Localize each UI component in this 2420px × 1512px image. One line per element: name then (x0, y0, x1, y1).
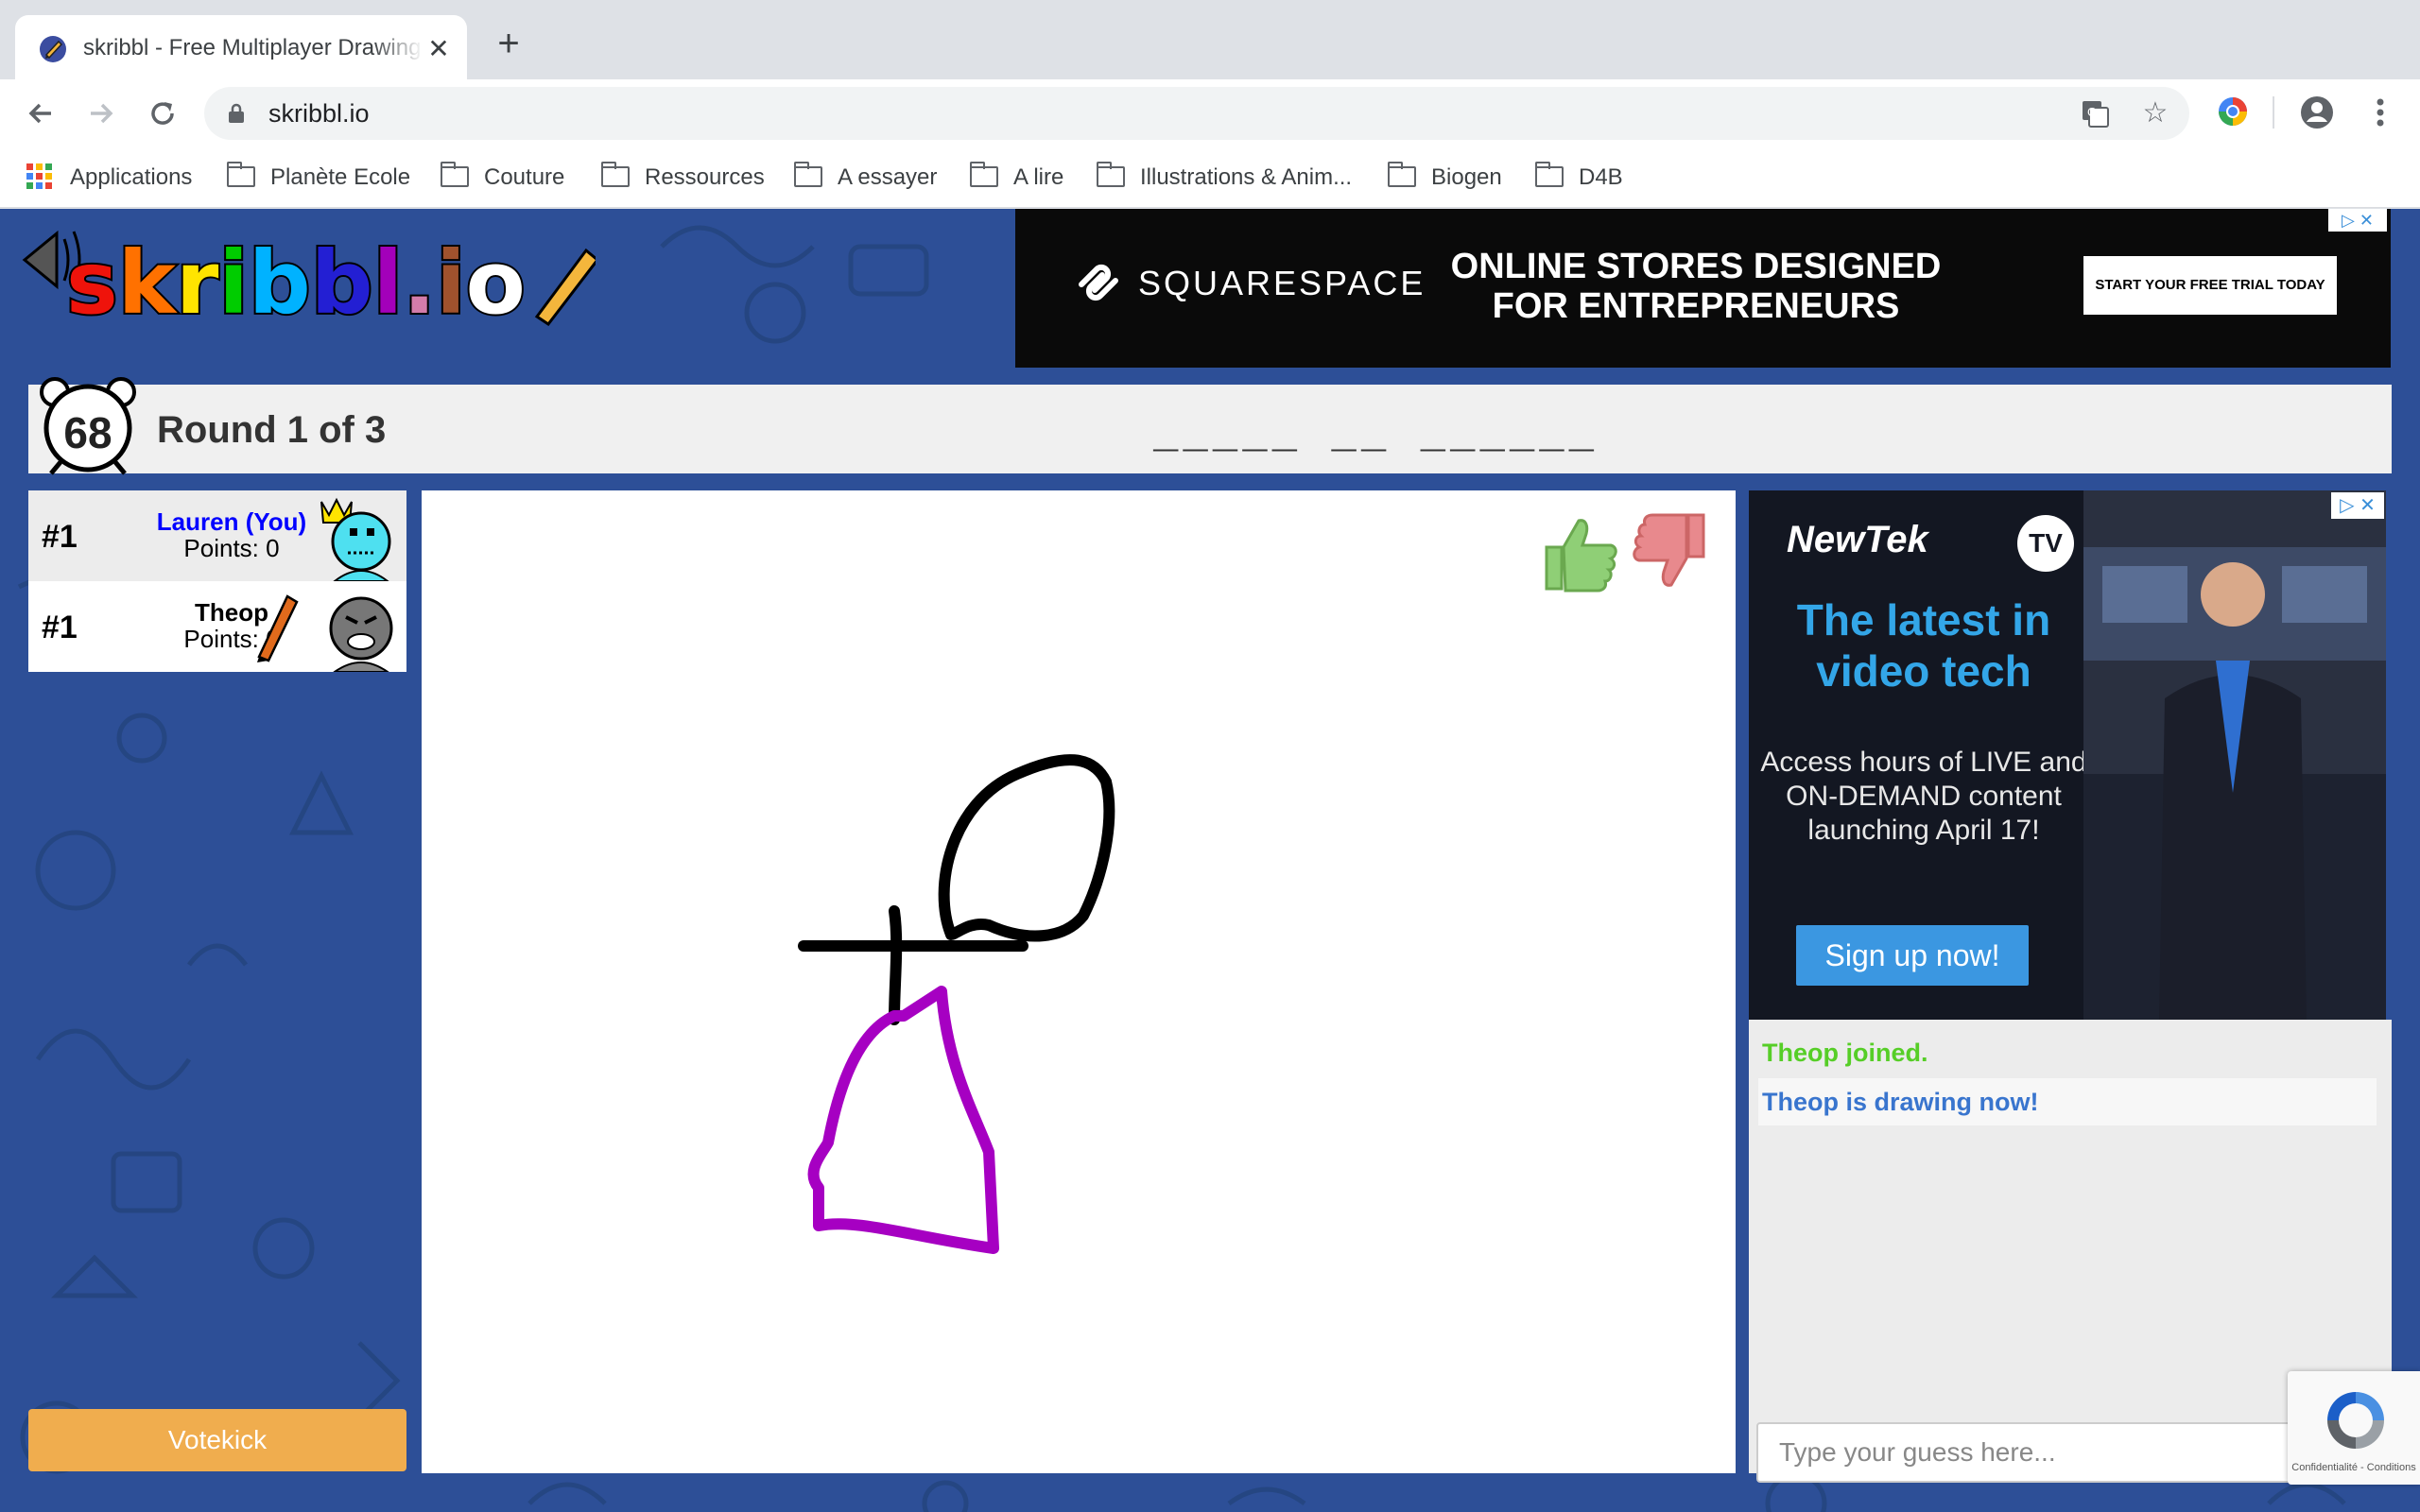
lock-icon (229, 103, 244, 123)
browser-menu-icon[interactable] (2363, 94, 2397, 130)
folder-icon (441, 162, 469, 187)
translate-icon[interactable]: G (2080, 98, 2110, 129)
thumbs-down-icon[interactable] (1628, 509, 1713, 594)
ad-presenter-image (2083, 490, 2386, 1020)
ad-headline: ONLINE STORES DESIGNED FOR ENTREPRENEURS (1450, 247, 1942, 326)
word-hint: _____ __ ______ (1153, 413, 1599, 460)
bookmark-ressources[interactable]: Ressources (601, 161, 765, 195)
bookmark-couture[interactable]: Couture (441, 161, 564, 195)
tab-close-icon[interactable]: ✕ (424, 34, 454, 64)
skribbl-page: skribbl.io SQUARESPACE ONLINE STORES DES… (0, 209, 2420, 1512)
ad-cta-button[interactable]: START YOUR FREE TRIAL TODAY (2083, 256, 2337, 315)
bookmark-label: A lire (1013, 164, 1064, 190)
folder-icon (1535, 162, 1564, 187)
bookmarks-bar: Applications Planète Ecole Couture Resso… (0, 147, 2420, 208)
bookmark-star-icon[interactable]: ☆ (2140, 98, 2170, 129)
adchoices-icon[interactable]: ▷ ✕ (2328, 209, 2387, 232)
bookmark-a-essayer[interactable]: A essayer (794, 161, 937, 195)
browser-toolbar: skribbl.io G ☆ (0, 79, 2420, 147)
bookmark-a-lire[interactable]: A lire (970, 161, 1063, 195)
browser-tab-strip: skribbl - Free Multiplayer Drawing & Gue… (0, 0, 2420, 79)
player-name: Lauren (You) (156, 507, 307, 536)
recaptcha-icon (2327, 1392, 2384, 1449)
svg-text:skribbl.io: skribbl.io (66, 232, 526, 326)
adchoices-icon[interactable]: ▷ ✕ (2331, 492, 2384, 519)
bookmark-label: Planète Ecole (270, 164, 411, 190)
folder-icon (1097, 162, 1125, 187)
tab-title: skribbl - Free Multiplayer Drawing & Gue… (83, 35, 424, 60)
recaptcha-badge[interactable]: Confidentialité - Conditions (2288, 1371, 2420, 1485)
ad-signup-button[interactable]: Sign up now! (1796, 925, 2029, 986)
folder-icon (227, 162, 255, 187)
extension-globe-icon[interactable] (2216, 94, 2250, 129)
bookmark-d4b[interactable]: D4B (1535, 161, 1623, 195)
top-banner-ad[interactable]: SQUARESPACE ONLINE STORES DESIGNED FOR E… (1015, 209, 2391, 368)
apps-grid-icon (26, 163, 53, 190)
toolbar-divider (2273, 96, 2274, 129)
recaptcha-links[interactable]: Confidentialité - Conditions (2288, 1462, 2420, 1473)
profile-avatar-icon[interactable] (2299, 94, 2335, 130)
address-bar[interactable]: skribbl.io G ☆ (204, 87, 2189, 140)
back-button[interactable] (23, 94, 60, 132)
folder-icon (794, 162, 822, 187)
skribbl-logo[interactable]: skribbl.io (19, 222, 596, 326)
folder-icon (970, 162, 998, 187)
round-indicator: Round 1 of 3 (157, 409, 387, 451)
bookmark-label: D4B (1579, 164, 1623, 190)
svg-text:G: G (2087, 105, 2097, 119)
canvas-drawing (798, 754, 1115, 1254)
bookmark-planete-ecole[interactable]: Planète Ecole (227, 161, 410, 195)
folder-icon (601, 162, 630, 187)
thumbs-up-icon[interactable] (1537, 509, 1622, 594)
bookmark-label: Couture (484, 164, 565, 190)
drawing-pencil-icon (257, 594, 299, 662)
bookmark-label: Illustrations & Anim... (1140, 164, 1353, 190)
player-points: Points: 0 (183, 534, 280, 562)
player-avatar (329, 596, 393, 672)
bookmark-applications[interactable]: Applications (26, 161, 192, 195)
player-row[interactable]: #1 Theop Points: 0 (28, 581, 406, 672)
bookmark-label: Biogen (1431, 164, 1502, 190)
squarespace-logo-icon (1079, 264, 1118, 301)
new-tab-button[interactable]: + (490, 25, 527, 64)
player-rank: #1 (42, 519, 78, 555)
player-points: Points: 0 (183, 625, 280, 653)
timer-value: 68 (63, 408, 112, 457)
reload-icon (151, 102, 174, 125)
ad-brand: NewTek (1787, 519, 1928, 560)
skribbl-favicon-icon (40, 36, 66, 62)
player-row[interactable]: #1 Lauren (You) Points: 0 (28, 490, 406, 581)
bookmark-biogen[interactable]: Biogen (1388, 161, 1502, 195)
player-avatar (320, 497, 391, 581)
browser-tab[interactable]: skribbl - Free Multiplayer Drawing & Gue… (15, 15, 467, 79)
ad-headline: The latest in video tech (1796, 595, 2051, 696)
side-banner-ad[interactable]: NewTek TV The latest in video tech Acces… (1749, 490, 2386, 1020)
reload-button[interactable] (144, 94, 182, 132)
folder-icon (1388, 162, 1416, 187)
bookmark-illustrations[interactable]: Illustrations & Anim... (1097, 161, 1352, 195)
drawing-canvas[interactable] (422, 490, 1736, 1473)
arrow-left-icon (28, 103, 51, 124)
player-rank: #1 (42, 610, 78, 645)
chat-message: Theop is drawing now! (1758, 1078, 2377, 1125)
votekick-button[interactable]: Votekick (28, 1409, 406, 1471)
bookmark-label: Ressources (645, 164, 765, 190)
chat-message: Theop joined. (1762, 1039, 1928, 1067)
round-bar: 68 Round 1 of 3 _____ __ ______ (28, 377, 2392, 475)
arrow-right-icon (91, 103, 113, 124)
ad-brand: SQUARESPACE (1138, 264, 1426, 302)
bookmark-label: Applications (70, 164, 193, 190)
bookmark-label: A essayer (838, 164, 938, 190)
ad-body: Access hours of LIVE and ON-DEMAND conte… (1760, 747, 2087, 846)
url-text: skribbl.io (268, 99, 370, 128)
ad-badge: TV (2017, 515, 2074, 572)
player-name: Theop (195, 598, 268, 627)
forward-button[interactable] (81, 94, 119, 132)
player-list: #1 Lauren (You) Points: 0 #1 Theop Point… (28, 490, 406, 672)
